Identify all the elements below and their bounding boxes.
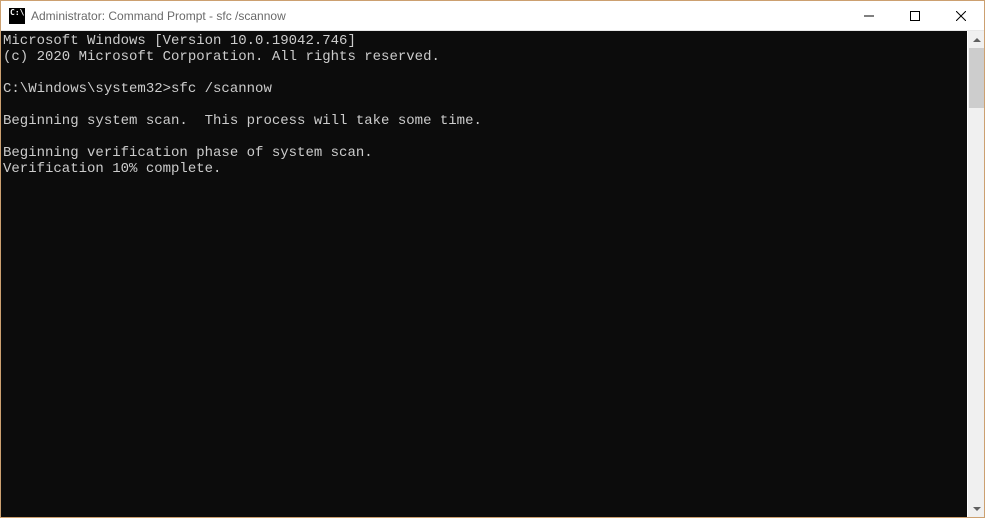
close-icon bbox=[956, 11, 966, 21]
terminal-output[interactable]: Microsoft Windows [Version 10.0.19042.74… bbox=[1, 31, 967, 517]
terminal-line: (c) 2020 Microsoft Corporation. All righ… bbox=[3, 49, 440, 65]
minimize-button[interactable] bbox=[846, 1, 892, 31]
cmd-icon: C:\ bbox=[9, 8, 25, 24]
terminal-line: Verification 10% complete. bbox=[3, 161, 221, 177]
maximize-button[interactable] bbox=[892, 1, 938, 31]
scroll-thumb[interactable] bbox=[969, 48, 984, 108]
terminal-container: Microsoft Windows [Version 10.0.19042.74… bbox=[1, 31, 984, 517]
window-controls bbox=[846, 1, 984, 30]
scroll-down-arrow-icon[interactable] bbox=[968, 500, 985, 517]
terminal-line: C:\Windows\system32>sfc /scannow bbox=[3, 81, 272, 97]
terminal-line: Microsoft Windows [Version 10.0.19042.74… bbox=[3, 33, 356, 49]
terminal-line: Beginning verification phase of system s… bbox=[3, 145, 373, 161]
titlebar[interactable]: C:\ Administrator: Command Prompt - sfc … bbox=[1, 1, 984, 31]
close-button[interactable] bbox=[938, 1, 984, 31]
window-title: Administrator: Command Prompt - sfc /sca… bbox=[31, 9, 846, 23]
command-prompt-window: C:\ Administrator: Command Prompt - sfc … bbox=[0, 0, 985, 518]
vertical-scrollbar[interactable] bbox=[967, 31, 984, 517]
cmd-icon-text: C:\ bbox=[10, 9, 24, 17]
maximize-icon bbox=[910, 11, 920, 21]
terminal-line: Beginning system scan. This process will… bbox=[3, 113, 482, 129]
scroll-up-arrow-icon[interactable] bbox=[968, 31, 985, 48]
minimize-icon bbox=[864, 11, 874, 21]
